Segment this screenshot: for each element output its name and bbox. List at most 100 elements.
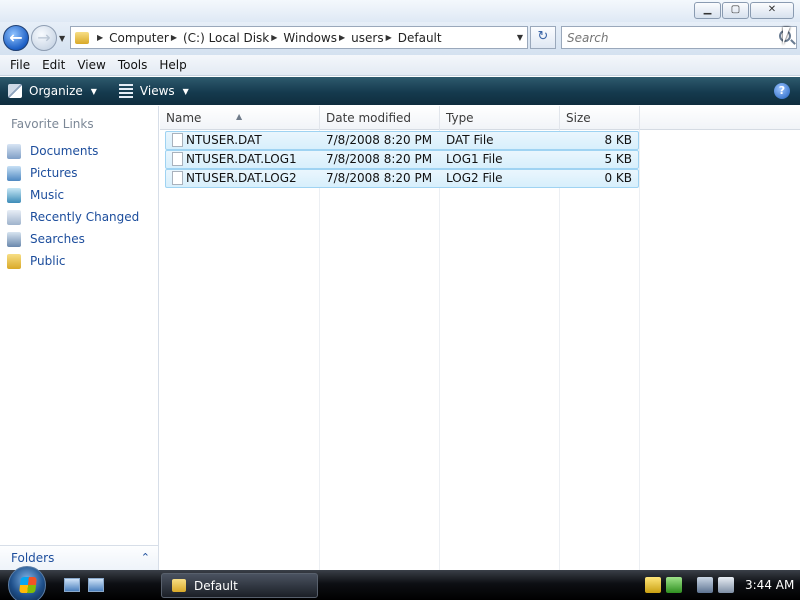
status-check-icon[interactable] <box>666 577 682 593</box>
file-size: 0 KB <box>604 171 632 185</box>
close-button[interactable]: ✕ <box>750 2 794 19</box>
folders-label: Folders <box>11 551 55 565</box>
back-button[interactable]: ← <box>3 25 29 51</box>
menu-file[interactable]: File <box>4 58 36 72</box>
show-desktop-icon[interactable] <box>64 578 80 592</box>
breadcrumb-separator-icon[interactable]: ▶ <box>339 33 345 42</box>
file-date-modified: 7/8/2008 8:20 PM <box>326 133 433 147</box>
file-row[interactable]: NTUSER.DAT 7/8/2008 8:20 PM DAT File 8 K… <box>165 131 639 150</box>
breadcrumb-users[interactable]: users <box>351 31 383 45</box>
taskbar-window-label: Default <box>194 578 238 593</box>
forward-button[interactable]: → <box>31 25 57 51</box>
column-header-size[interactable]: Size <box>560 106 640 130</box>
chevron-down-icon: ▼ <box>90 86 97 96</box>
file-icon <box>172 152 183 166</box>
favorite-link-label: Pictures <box>30 166 78 180</box>
file-name: NTUSER.DAT.LOG1 <box>186 152 297 166</box>
title-bar: ▁ ▢ ✕ <box>0 0 800 22</box>
favorite-link-label: Public <box>30 254 66 268</box>
column-header-type[interactable]: Type <box>440 106 560 130</box>
chevron-up-icon: ⌃ <box>140 551 150 564</box>
favorite-links-list: Documents Pictures Music Recently Change… <box>7 140 139 272</box>
system-tray: 3:44 AM <box>645 574 800 596</box>
public-folder-icon <box>7 253 21 269</box>
chevron-down-icon: ▼ <box>182 86 189 96</box>
column-header-date-modified[interactable]: Date modified <box>320 106 440 130</box>
breadcrumb-separator-icon[interactable]: ▶ <box>171 33 177 42</box>
breadcrumb-computer[interactable]: Computer <box>109 31 169 45</box>
sort-ascending-icon: ▲ <box>236 112 243 121</box>
views-icon <box>118 84 133 98</box>
column-header-row: ▲ Name Date modified Type Size <box>160 106 800 130</box>
favorite-link-label: Documents <box>30 144 99 158</box>
search-box[interactable] <box>561 26 797 49</box>
menu-view[interactable]: View <box>71 58 111 72</box>
navigation-pane: Favorite Links Documents Pictures Music … <box>0 106 159 570</box>
file-date-modified: 7/8/2008 8:20 PM <box>326 152 433 166</box>
folder-icon <box>75 31 89 44</box>
file-date-modified: 7/8/2008 8:20 PM <box>326 171 433 185</box>
views-button[interactable]: Views ▼ <box>118 84 189 98</box>
file-row[interactable]: NTUSER.DAT.LOG1 7/8/2008 8:20 PM LOG1 Fi… <box>165 150 639 169</box>
refresh-button[interactable]: ↻ <box>530 26 556 49</box>
network-icon[interactable] <box>697 577 713 593</box>
start-button[interactable] <box>8 566 46 600</box>
menu-help[interactable]: Help <box>153 58 192 72</box>
favorite-link-pictures[interactable]: Pictures <box>7 162 139 184</box>
menu-edit[interactable]: Edit <box>36 58 71 72</box>
column-header-name[interactable]: ▲ Name <box>160 106 320 130</box>
menu-bar: File Edit View Tools Help <box>0 55 800 76</box>
file-size: 5 KB <box>604 152 632 166</box>
file-row[interactable]: NTUSER.DAT.LOG2 7/8/2008 8:20 PM LOG2 Fi… <box>165 169 639 188</box>
organize-label: Organize <box>29 84 83 98</box>
address-dropdown-icon[interactable]: ▼ <box>517 33 523 42</box>
help-icon[interactable]: ? <box>774 83 790 99</box>
clock[interactable]: 3:44 AM <box>745 578 794 592</box>
taskbar: Default 3:44 AM <box>0 566 800 600</box>
search-input[interactable] <box>562 27 762 48</box>
folder-icon <box>172 579 186 592</box>
organize-icon <box>8 84 22 98</box>
file-icon <box>172 133 183 147</box>
file-size: 8 KB <box>604 133 632 147</box>
address-bar[interactable]: ▶ Computer ▶ (C:) Local Disk ▶ Windows ▶… <box>70 26 528 49</box>
breadcrumb-separator-icon[interactable]: ▶ <box>271 33 277 42</box>
recently-changed-icon <box>7 209 21 225</box>
security-center-icon[interactable] <box>645 577 661 593</box>
favorite-link-documents[interactable]: Documents <box>7 140 139 162</box>
minimize-button[interactable]: ▁ <box>694 2 721 19</box>
favorite-link-label: Recently Changed <box>30 210 140 224</box>
taskbar-window-button[interactable]: Default <box>161 573 318 598</box>
favorite-link-label: Searches <box>30 232 85 246</box>
file-name: NTUSER.DAT.LOG2 <box>186 171 297 185</box>
maximize-button[interactable]: ▢ <box>722 2 749 19</box>
file-name: NTUSER.DAT <box>186 133 262 147</box>
menu-tools[interactable]: Tools <box>112 58 154 72</box>
organize-button[interactable]: Organize ▼ <box>8 84 97 98</box>
searches-icon <box>7 231 21 247</box>
volume-muted-icon[interactable] <box>718 577 734 593</box>
switch-windows-icon[interactable] <box>88 578 104 592</box>
recent-pages-dropdown-icon[interactable]: ▼ <box>59 34 65 43</box>
music-icon <box>7 187 21 203</box>
favorite-link-searches[interactable]: Searches <box>7 228 139 250</box>
file-list: ▲ Name Date modified Type Size NTUSER.DA… <box>160 106 800 570</box>
file-type: LOG2 File <box>446 171 503 185</box>
window-controls: ▁ ▢ ✕ <box>694 2 794 19</box>
favorite-link-music[interactable]: Music <box>7 184 139 206</box>
breadcrumb-windows[interactable]: Windows <box>283 31 337 45</box>
navigation-bar: ← → ▼ ▶ Computer ▶ (C:) Local Disk ▶ Win… <box>0 22 800 55</box>
views-label: Views <box>139 84 175 98</box>
breadcrumb-local-disk[interactable]: (C:) Local Disk <box>183 31 269 45</box>
breadcrumb-default[interactable]: Default <box>398 31 442 45</box>
file-type: DAT File <box>446 133 494 147</box>
column-divider <box>639 106 640 570</box>
breadcrumb-separator-icon[interactable]: ▶ <box>97 33 103 42</box>
file-type: LOG1 File <box>446 152 503 166</box>
breadcrumb-separator-icon[interactable]: ▶ <box>386 33 392 42</box>
documents-icon <box>7 143 21 159</box>
file-icon <box>172 171 183 185</box>
favorite-link-recently-changed[interactable]: Recently Changed <box>7 206 139 228</box>
favorite-link-public[interactable]: Public <box>7 250 139 272</box>
command-bar: Organize ▼ Views ▼ ? <box>0 77 800 105</box>
